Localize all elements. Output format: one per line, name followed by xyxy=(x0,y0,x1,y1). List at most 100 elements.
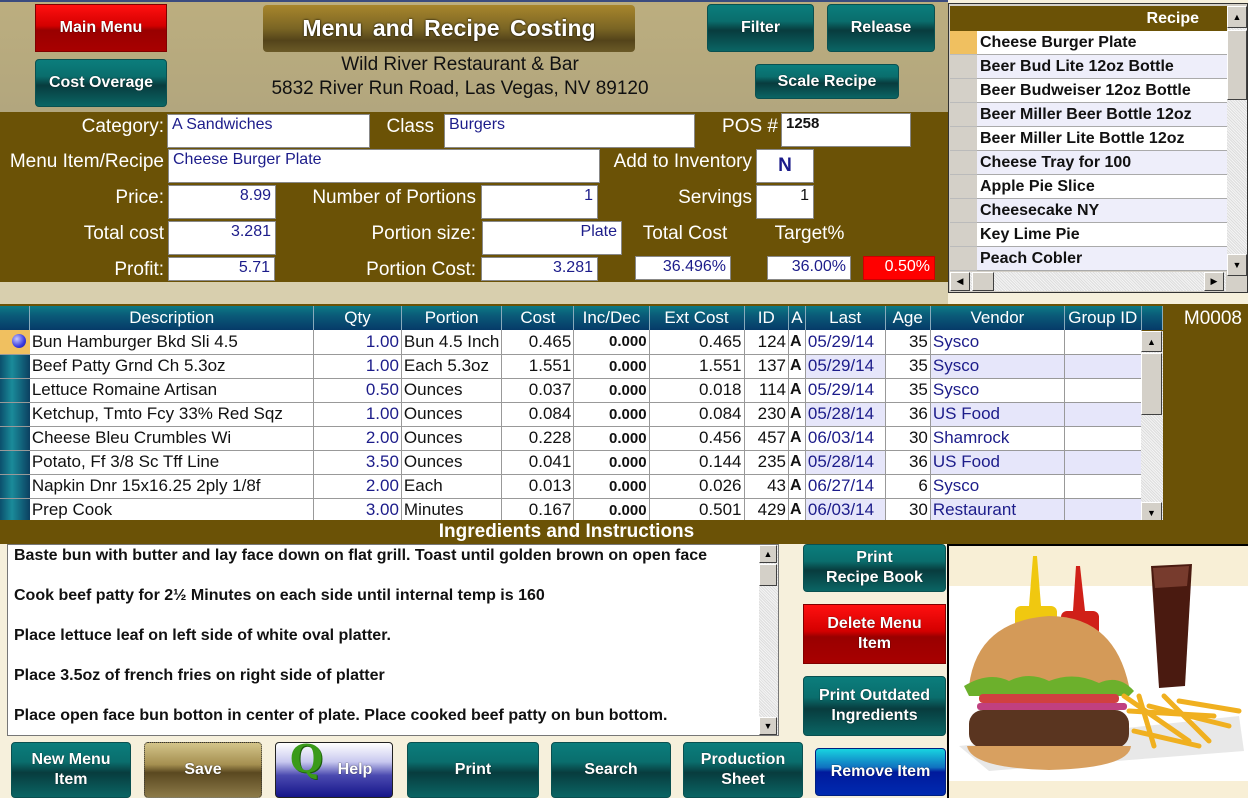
print-button[interactable]: Print xyxy=(407,742,539,798)
instr-scroll-up-icon[interactable]: ▲ xyxy=(759,545,777,563)
cell-ext[interactable]: 0.026 xyxy=(649,474,745,499)
cell-incdec[interactable]: 0.000 xyxy=(573,402,650,427)
cell-cost[interactable]: 1.551 xyxy=(501,354,575,379)
cell-cost[interactable]: 0.013 xyxy=(501,474,575,499)
cell-a[interactable]: A xyxy=(788,330,806,355)
cell-portion[interactable]: Ounces xyxy=(401,426,503,451)
cell-age[interactable]: 35 xyxy=(885,330,931,355)
ingredient-row[interactable]: Beef Patty Grnd Ch 5.3oz 1.00 Each 5.3oz 1.… xyxy=(0,354,1163,379)
ingredient-row[interactable]: Ketchup, Tmto Fcy 33% Red Sqz 1.00 Ounces 0… xyxy=(0,402,1163,427)
servings-field[interactable]: 1 xyxy=(756,185,814,219)
pos-field[interactable]: 1258 xyxy=(781,113,911,147)
recipe-row-selector[interactable] xyxy=(950,223,977,247)
cell-group[interactable] xyxy=(1064,426,1142,451)
grid-scroll-up-icon[interactable]: ▲ xyxy=(1141,331,1162,352)
ingredient-row[interactable]: Bun Hamburger Bkd Sli 4.5 1.00 Bun 4.5 Inc… xyxy=(0,330,1163,355)
recipe-list-item[interactable]: Beer Miller Beer Bottle 12oz xyxy=(977,103,1227,127)
cell-last[interactable]: 05/29/14 xyxy=(805,354,886,379)
total-cost-field[interactable]: 3.281 xyxy=(168,221,276,255)
cell-desc[interactable]: Prep Cook xyxy=(29,498,315,523)
grid-header-description[interactable]: Description xyxy=(29,306,315,330)
grid-header-a[interactable]: A xyxy=(788,306,806,330)
cell-a[interactable]: A xyxy=(788,378,806,403)
cell-a[interactable]: A xyxy=(788,354,806,379)
production-sheet-button[interactable]: Production Sheet xyxy=(683,742,803,798)
grid-header-portion[interactable]: Portion xyxy=(401,306,503,330)
cell-incdec[interactable]: 0.000 xyxy=(573,474,650,499)
class-field[interactable]: Burgers xyxy=(444,114,695,148)
cell-incdec[interactable]: 0.000 xyxy=(573,450,650,475)
row-selector[interactable] xyxy=(0,354,30,379)
grid-header-id[interactable]: ID xyxy=(744,306,789,330)
recipe-row-selector[interactable] xyxy=(950,31,977,55)
cell-age[interactable]: 35 xyxy=(885,378,931,403)
cell-desc[interactable]: Potato, Ff 3/8 Sc Tff Line xyxy=(29,450,315,475)
hscroll-thumb[interactable] xyxy=(972,272,994,291)
cell-id[interactable]: 114 xyxy=(744,378,789,403)
cell-cost[interactable]: 0.037 xyxy=(501,378,575,403)
cell-qty[interactable]: 2.00 xyxy=(313,474,402,499)
cell-last[interactable]: 06/27/14 xyxy=(805,474,886,499)
cell-group[interactable] xyxy=(1064,474,1142,499)
cell-cost[interactable]: 0.084 xyxy=(501,402,575,427)
cell-group[interactable] xyxy=(1064,450,1142,475)
instructions-textarea[interactable]: Baste bun with butter and lay face down … xyxy=(7,544,779,736)
cell-age[interactable]: 30 xyxy=(885,498,931,523)
cell-portion[interactable]: Minutes xyxy=(401,498,503,523)
cell-qty[interactable]: 1.00 xyxy=(313,354,402,379)
cell-id[interactable]: 124 xyxy=(744,330,789,355)
recipe-list-item[interactable]: Beer Bud Lite 12oz Bottle xyxy=(977,55,1227,79)
cell-qty[interactable]: 3.50 xyxy=(313,450,402,475)
cell-last[interactable]: 05/29/14 xyxy=(805,330,886,355)
instr-scroll-thumb[interactable] xyxy=(759,564,777,586)
cell-ext[interactable]: 0.456 xyxy=(649,426,745,451)
grid-header-age[interactable]: Age xyxy=(885,306,931,330)
cell-vendor[interactable]: Sysco xyxy=(930,330,1065,355)
cell-cost[interactable]: 0.041 xyxy=(501,450,575,475)
grid-header-cost[interactable]: Cost xyxy=(501,306,575,330)
cell-age[interactable]: 36 xyxy=(885,402,931,427)
row-selector[interactable] xyxy=(0,378,30,403)
cell-incdec[interactable]: 0.000 xyxy=(573,426,650,451)
cell-group[interactable] xyxy=(1064,498,1142,523)
recipe-list-item[interactable]: Cheese Burger Plate xyxy=(977,31,1227,55)
cell-ext[interactable]: 0.465 xyxy=(649,330,745,355)
cell-portion[interactable]: Each 5.3oz xyxy=(401,354,503,379)
cell-id[interactable]: 235 xyxy=(744,450,789,475)
row-selector[interactable] xyxy=(0,450,30,475)
ingredient-row[interactable]: Prep Cook 3.00 Minutes 0.167 0.000 0.501 429 A 0… xyxy=(0,498,1163,523)
cell-desc[interactable]: Bun Hamburger Bkd Sli 4.5 xyxy=(29,330,315,355)
cell-portion[interactable]: Each xyxy=(401,474,503,499)
recipe-row-selector[interactable] xyxy=(950,175,977,199)
row-selector[interactable] xyxy=(0,402,30,427)
cell-age[interactable]: 36 xyxy=(885,450,931,475)
recipe-row-selector[interactable] xyxy=(950,199,977,223)
recipe-list-item[interactable]: Beer Budweiser 12oz Bottle xyxy=(977,79,1227,103)
cell-cost[interactable]: 0.465 xyxy=(501,330,575,355)
portion-cost-field[interactable]: 3.281 xyxy=(481,257,598,281)
cell-qty[interactable]: 2.00 xyxy=(313,426,402,451)
cell-vendor[interactable]: US Food xyxy=(930,402,1065,427)
grid-scroll-thumb[interactable] xyxy=(1141,353,1162,415)
cell-last[interactable]: 05/28/14 xyxy=(805,450,886,475)
cell-group[interactable] xyxy=(1064,378,1142,403)
cell-qty[interactable]: 1.00 xyxy=(313,402,402,427)
cell-vendor[interactable]: Shamrock xyxy=(930,426,1065,451)
recipe-list-hscrollbar[interactable]: ◀ ▶ xyxy=(950,272,1226,291)
cell-age[interactable]: 30 xyxy=(885,426,931,451)
cell-id[interactable]: 457 xyxy=(744,426,789,451)
cell-group[interactable] xyxy=(1064,402,1142,427)
ingredient-row[interactable]: Cheese Bleu Crumbles Wi 2.00 Ounces 0.228 0.… xyxy=(0,426,1163,451)
number-of-portions-field[interactable]: 1 xyxy=(481,185,598,219)
recipe-list-item[interactable]: Cheese Tray for 100 xyxy=(977,151,1227,175)
grid-header-ext-cost[interactable]: Ext Cost xyxy=(649,306,745,330)
cell-ext[interactable]: 0.501 xyxy=(649,498,745,523)
cell-incdec[interactable]: 0.000 xyxy=(573,330,650,355)
cell-id[interactable]: 230 xyxy=(744,402,789,427)
recipe-row-selector[interactable] xyxy=(950,151,977,175)
cell-age[interactable]: 35 xyxy=(885,354,931,379)
help-button[interactable]: Q Help xyxy=(275,740,393,798)
add-to-inventory-field[interactable]: N xyxy=(756,149,814,183)
cell-last[interactable]: 05/28/14 xyxy=(805,402,886,427)
grid-header-inc-dec[interactable]: Inc/Dec xyxy=(573,306,650,330)
